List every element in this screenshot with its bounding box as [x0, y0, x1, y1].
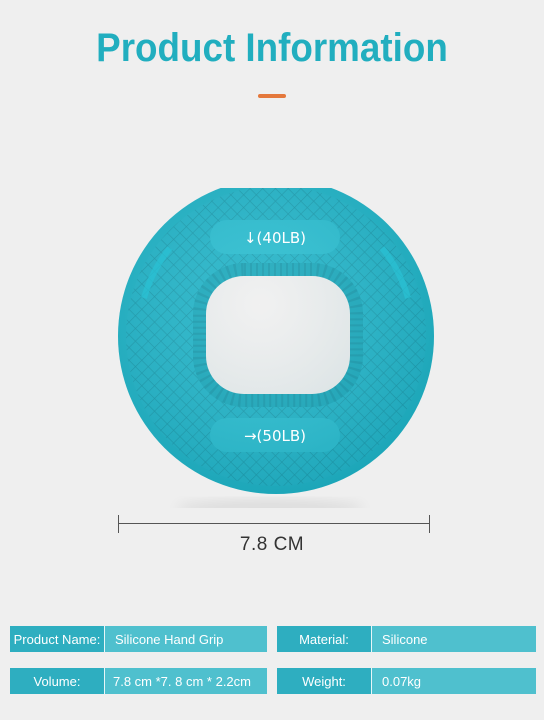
spec-value: Silicone	[371, 626, 536, 652]
dimension-line	[118, 523, 430, 524]
spec-key: Material:	[277, 626, 371, 652]
spec-value: Silicone Hand Grip	[104, 626, 267, 652]
dimension-cap-right	[429, 515, 430, 533]
spec-key: Product Name:	[10, 626, 104, 652]
spec-weight: Weight: 0.07kg	[277, 668, 536, 694]
spec-material: Material: Silicone	[277, 626, 536, 652]
spec-value: 7.8 cm *7. 8 cm * 2.2cm	[104, 668, 267, 694]
width-dimension-line	[118, 515, 430, 533]
title-divider	[258, 94, 286, 98]
page-title: Product Information	[96, 26, 448, 70]
spec-key: Weight:	[277, 668, 371, 694]
spec-volume: Volume: 7.8 cm *7. 8 cm * 2.2cm	[10, 668, 267, 694]
dimension-label: 7.8 CM	[239, 534, 305, 555]
hand-grip-image: ↓(40LB) →(50LB)	[118, 188, 434, 508]
upper-resistance-label: ↓(40LB)	[244, 229, 306, 247]
spec-value: 0.07kg	[371, 668, 536, 694]
lower-resistance-label: →(50LB)	[244, 427, 306, 445]
spec-key: Volume:	[10, 668, 104, 694]
spec-product-name: Product Name: Silicone Hand Grip	[10, 626, 267, 652]
dimension-cap-left	[118, 515, 119, 533]
